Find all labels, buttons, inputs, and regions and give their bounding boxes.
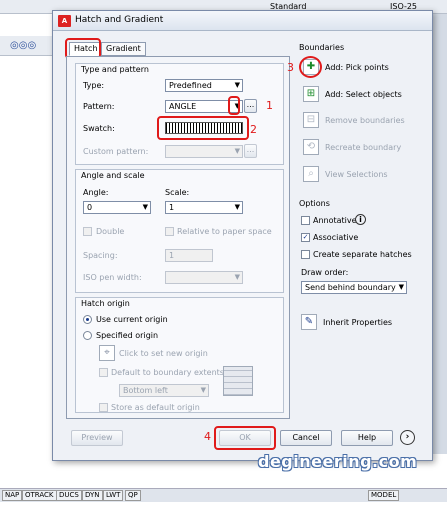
annotation-ok <box>214 426 276 450</box>
associative-label: Associative <box>313 233 359 242</box>
use-current-origin-radio[interactable] <box>83 315 92 324</box>
cancel-button[interactable]: Cancel <box>280 430 332 446</box>
status-otrack[interactable]: OTRACK <box>22 490 57 501</box>
draw-order-label: Draw order: <box>301 268 349 277</box>
status-bar: NAP OTRACK DUCS DYN LWT QP MODEL <box>0 488 447 502</box>
annotative-checkbox[interactable] <box>301 216 310 225</box>
set-origin-icon[interactable]: ⌖ <box>99 345 115 361</box>
tab-gradient[interactable]: Gradient <box>101 42 146 56</box>
autocad-app-icon: A <box>58 15 71 27</box>
add-select-objects-label[interactable]: Add: Select objects <box>325 90 402 99</box>
chevron-down-icon: ▼ <box>234 81 240 89</box>
double-checkbox[interactable] <box>83 227 92 236</box>
spacing-input[interactable]: 1 <box>165 249 213 262</box>
create-separate-label: Create separate hatches <box>313 250 412 259</box>
recreate-boundary-label[interactable]: Recreate boundary <box>325 143 401 152</box>
dialog-titlebar: A Hatch and Gradient <box>53 11 432 31</box>
view-selections-icon[interactable]: ⌕ <box>303 166 319 182</box>
specified-origin-label: Specified origin <box>96 331 159 340</box>
chevron-down-icon: ▼ <box>398 283 404 291</box>
scale-label: Scale: <box>165 188 190 197</box>
help-button[interactable]: Help <box>341 430 393 446</box>
annotation-pattern-arrow <box>228 96 240 115</box>
default-boundary-checkbox[interactable] <box>99 368 108 377</box>
type-select[interactable]: Predefined ▼ <box>165 79 243 92</box>
relative-paper-label: Relative to paper space <box>177 227 272 236</box>
remove-boundaries-icon[interactable]: ⊟ <box>303 112 319 128</box>
recreate-boundary-icon[interactable]: ⟲ <box>303 139 319 155</box>
chevron-down-icon: ▼ <box>142 203 148 211</box>
layer-toolbar: ◎◎◎ <box>0 36 55 56</box>
chevron-down-icon: ▼ <box>200 386 206 394</box>
hatch-origin-heading: Hatch origin <box>81 299 130 308</box>
status-qp[interactable]: QP <box>125 490 141 501</box>
boundaries-heading: Boundaries <box>299 43 345 52</box>
more-options-icon[interactable]: › <box>400 430 415 445</box>
iso-pen-label: ISO pen width: <box>83 273 142 282</box>
origin-preview-image <box>223 366 253 396</box>
status-lwt[interactable]: LWT <box>103 490 124 501</box>
swatch-label: Swatch: <box>83 124 115 133</box>
remove-boundaries-label[interactable]: Remove boundaries <box>325 116 405 125</box>
add-pick-points-label[interactable]: Add: Pick points <box>325 63 389 72</box>
scale-select[interactable]: 1 ▼ <box>165 201 243 214</box>
options-heading: Options <box>299 199 330 208</box>
annotation-swatch <box>157 116 249 140</box>
layer-icons[interactable]: ◎◎◎ <box>10 40 36 51</box>
store-default-checkbox[interactable] <box>99 403 108 412</box>
dialog-title: Hatch and Gradient <box>75 15 164 25</box>
create-separate-checkbox[interactable] <box>301 250 310 259</box>
view-selections-label[interactable]: View Selections <box>325 170 388 179</box>
annotation-pick-points <box>299 56 322 78</box>
spacing-label: Spacing: <box>83 251 118 260</box>
annotation-number-2: 2 <box>250 123 257 136</box>
default-boundary-label: Default to boundary extents <box>111 368 224 377</box>
store-default-label: Store as default origin <box>111 403 200 412</box>
angle-select[interactable]: 0 ▼ <box>83 201 151 214</box>
annotative-label: Annotative <box>313 216 357 225</box>
double-label: Double <box>96 227 125 236</box>
info-icon[interactable]: i <box>355 214 366 225</box>
preview-button[interactable]: Preview <box>71 430 123 446</box>
bottom-left-select[interactable]: Bottom left ▼ <box>119 384 209 397</box>
custom-pattern-browse-button[interactable]: ... <box>244 144 257 158</box>
annotation-number-4: 4 <box>204 430 211 443</box>
inherit-properties-icon[interactable]: ✎ <box>301 314 317 330</box>
chevron-down-icon: ▼ <box>234 203 240 211</box>
pattern-browse-button[interactable]: ... <box>244 99 257 113</box>
annotation-number-1: 1 <box>266 99 273 112</box>
use-current-origin-label: Use current origin <box>96 315 168 324</box>
status-snap[interactable]: NAP <box>2 490 23 501</box>
status-model[interactable]: MODEL <box>368 490 400 501</box>
hatch-gradient-dialog: A Hatch and Gradient Hatch Gradient Type… <box>52 10 433 461</box>
right-toolbar <box>432 14 447 454</box>
specified-origin-radio[interactable] <box>83 331 92 340</box>
select-objects-icon[interactable]: ⊞ <box>303 86 319 102</box>
custom-pattern-select[interactable]: ▼ <box>165 145 243 158</box>
associative-checkbox[interactable]: ✓ <box>301 233 310 242</box>
status-dyn[interactable]: DYN <box>82 490 103 501</box>
iso-pen-select[interactable]: ▼ <box>165 271 243 284</box>
annotation-number-3: 3 <box>287 61 294 74</box>
custom-pattern-label: Custom pattern: <box>83 147 149 156</box>
click-set-origin-label: Click to set new origin <box>119 349 208 358</box>
status-ducs[interactable]: DUCS <box>56 490 82 501</box>
angle-label: Angle: <box>83 188 109 197</box>
relative-paper-checkbox[interactable] <box>165 227 174 236</box>
chevron-down-icon: ▼ <box>234 147 240 155</box>
pattern-label: Pattern: <box>83 102 115 111</box>
chevron-down-icon: ▼ <box>234 273 240 281</box>
watermark: degineering.com <box>258 452 418 471</box>
draw-order-select[interactable]: Send behind boundary ▼ <box>301 281 407 294</box>
type-label: Type: <box>83 81 105 90</box>
inherit-properties-label[interactable]: Inherit Properties <box>323 318 392 327</box>
angle-scale-heading: Angle and scale <box>81 171 145 180</box>
type-pattern-heading: Type and pattern <box>81 65 149 74</box>
